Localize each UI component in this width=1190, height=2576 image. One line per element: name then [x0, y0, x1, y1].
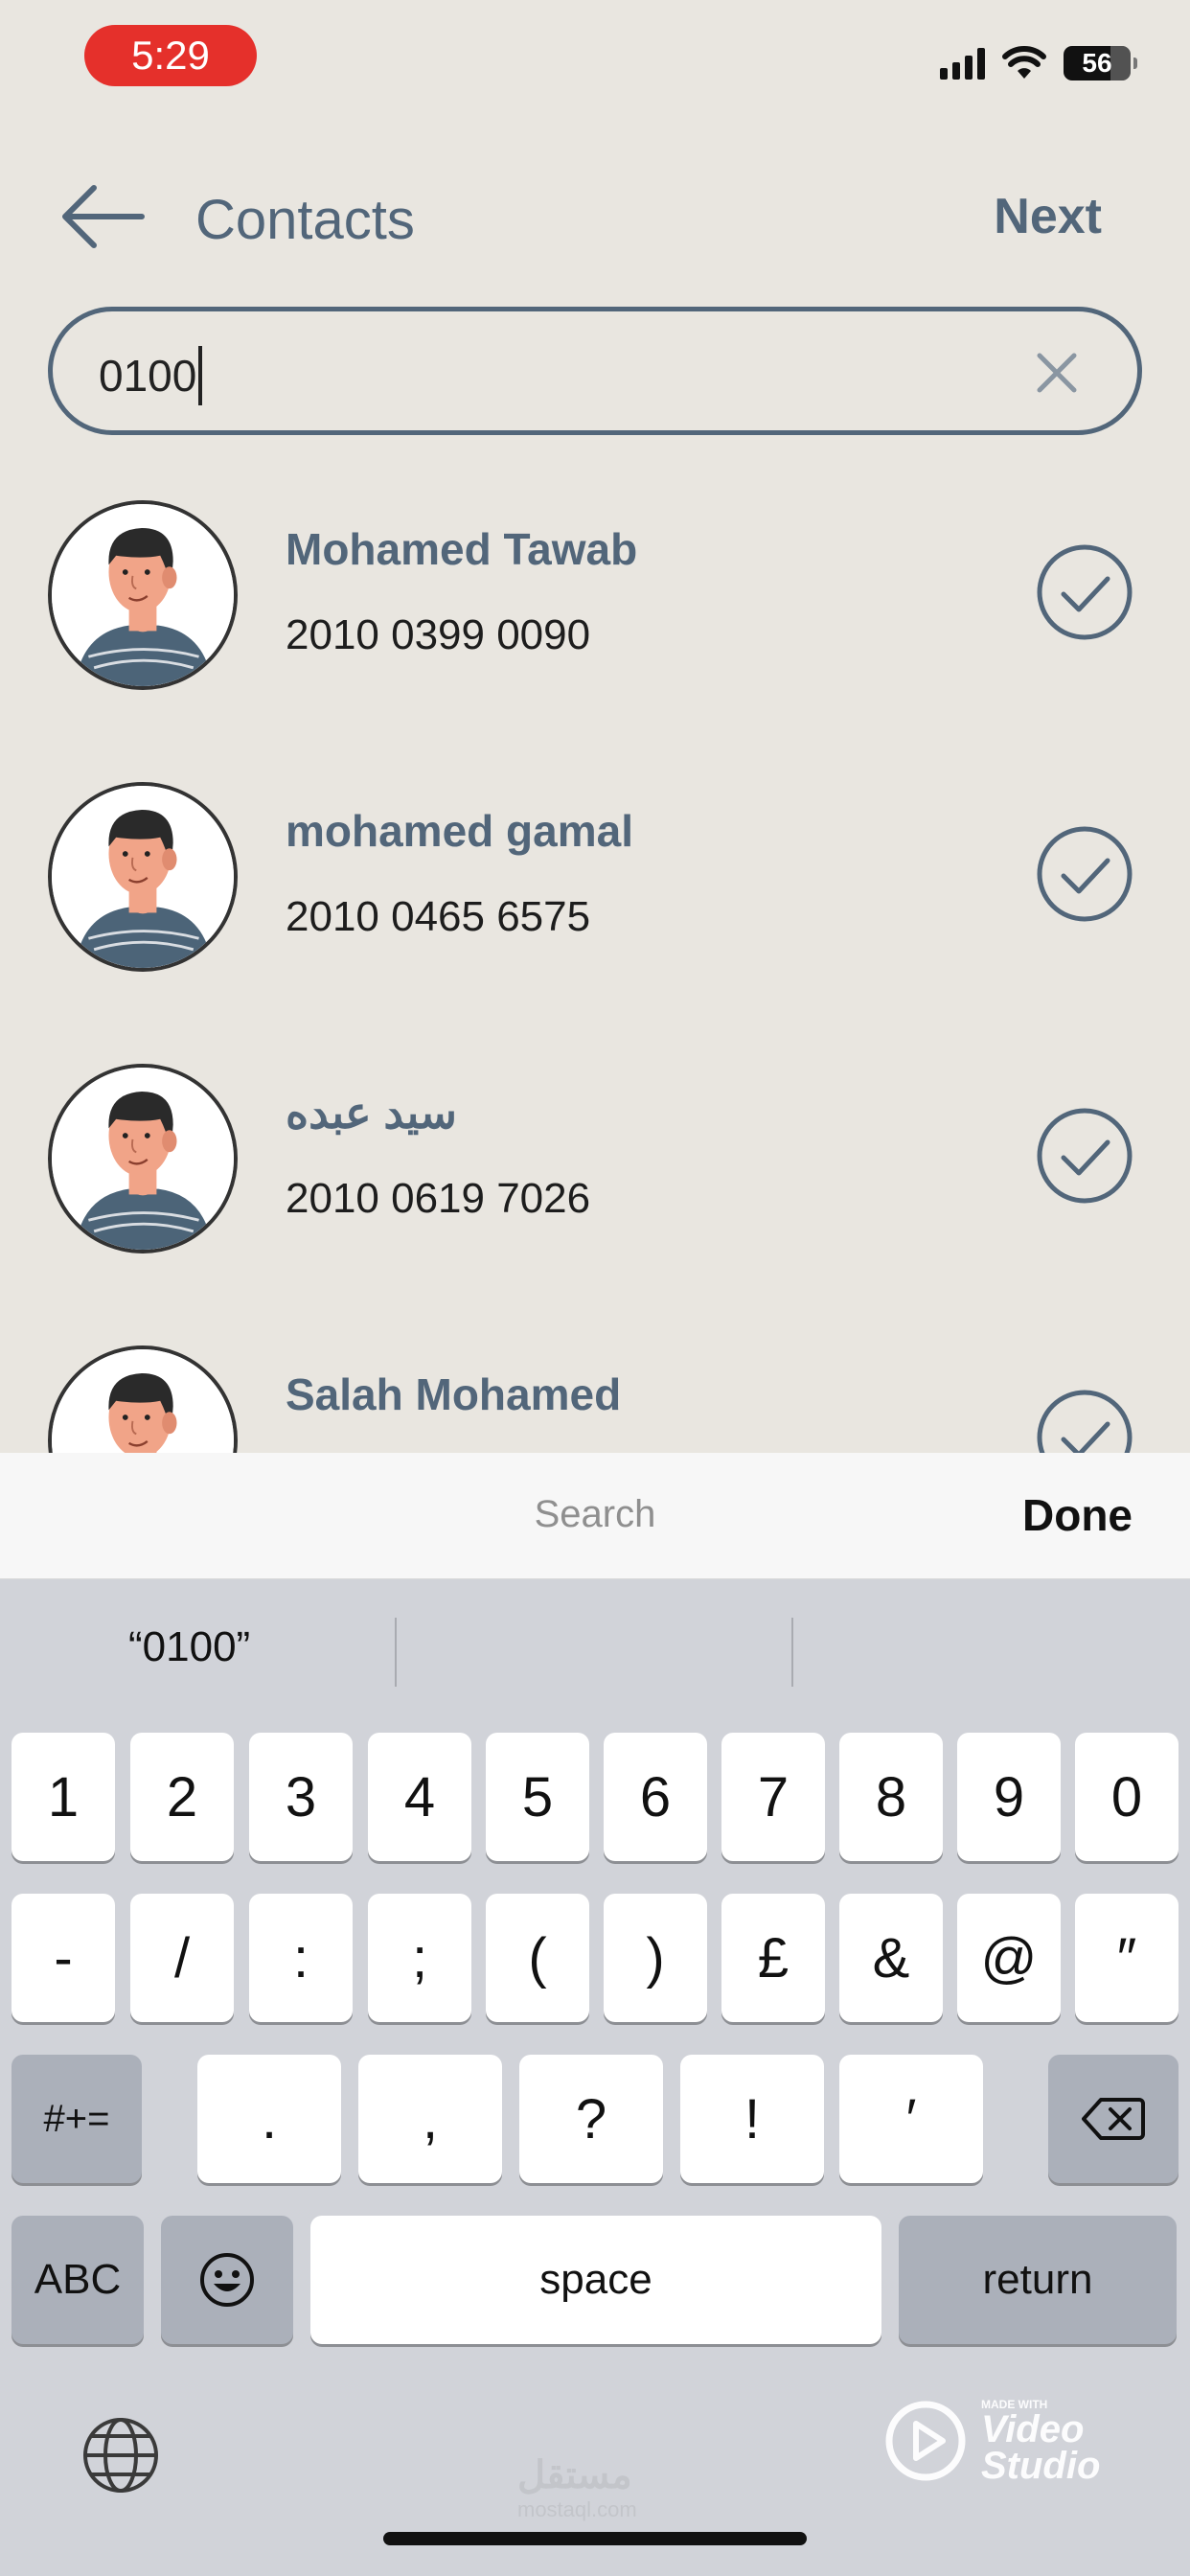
mostaql-text: مستقل [517, 2454, 632, 2496]
clear-x-icon[interactable] [1032, 348, 1082, 398]
avatar-icon [48, 500, 238, 690]
key-7[interactable]: 7 [721, 1733, 825, 1861]
search-input[interactable]: 0100 [48, 307, 1142, 435]
abc-key[interactable]: ABC [11, 2216, 144, 2344]
key-5[interactable]: 5 [486, 1733, 589, 1861]
avatar-icon [48, 1064, 238, 1254]
avatar-icon [48, 1346, 238, 1453]
mostaql-watermark: مستقل mostaql.com [517, 2453, 637, 2522]
suggestion-item[interactable]: “0100” [128, 1623, 250, 1671]
key-open-paren[interactable]: ( [486, 1894, 589, 2022]
suggestion-divider [395, 1618, 397, 1687]
key-prime[interactable]: ′ [839, 2055, 983, 2183]
battery-level: 56 [1082, 48, 1112, 78]
video-studio-watermark: MADE WITH Video Studio [883, 2398, 1101, 2487]
battery-icon: 56 [1064, 46, 1137, 80]
key-question[interactable]: ? [519, 2055, 663, 2183]
contact-phone: 2010 0465 6575 [286, 893, 591, 940]
contact-phone: 2010 0399 0090 [286, 611, 591, 658]
return-key[interactable]: return [899, 2216, 1177, 2344]
key-0[interactable]: 0 [1075, 1733, 1179, 1861]
key-double-prime[interactable]: ″ [1075, 1894, 1179, 2022]
page-title: Contacts [195, 189, 415, 251]
suggestion-divider [791, 1618, 793, 1687]
list-item[interactable]: Salah Mohamed [0, 1336, 1190, 1453]
check-circle-icon[interactable] [1035, 542, 1134, 642]
header: Contacts Next [0, 172, 1190, 268]
list-item[interactable]: Mohamed Tawab 2010 0399 0090 [0, 491, 1190, 692]
backspace-key[interactable] [1048, 2055, 1179, 2183]
space-key[interactable]: space [310, 2216, 881, 2344]
key-pound[interactable]: £ [721, 1894, 825, 2022]
backspace-icon [1082, 2098, 1145, 2140]
key-slash[interactable]: / [130, 1894, 234, 2022]
key-colon[interactable]: : [249, 1894, 353, 2022]
search-value: 0100 [99, 351, 197, 401]
play-logo-icon [885, 2401, 966, 2481]
avatar-icon [48, 782, 238, 972]
signal-icon [940, 47, 985, 80]
key-6[interactable]: 6 [604, 1733, 707, 1861]
watermark-line2: Studio [981, 2445, 1101, 2487]
key-8[interactable]: 8 [839, 1733, 943, 1861]
key-comma[interactable]: , [358, 2055, 502, 2183]
home-indicator [383, 2532, 807, 2545]
key-exclamation[interactable]: ! [680, 2055, 824, 2183]
key-3[interactable]: 3 [249, 1733, 353, 1861]
contact-name: سيد عبده [286, 1088, 457, 1138]
keyboard-accessory-bar: Search Done [0, 1453, 1190, 1579]
list-item[interactable]: mohamed gamal 2010 0465 6575 [0, 772, 1190, 974]
key-9[interactable]: 9 [957, 1733, 1061, 1861]
key-at[interactable]: @ [957, 1894, 1061, 2022]
accessory-search-label: Search [534, 1493, 656, 1535]
check-circle-icon[interactable] [1035, 1388, 1134, 1453]
status-icons: 56 [940, 42, 1137, 84]
search-value-wrap: 0100 [99, 346, 203, 405]
contact-name: Salah Mohamed [286, 1369, 622, 1419]
key-ampersand[interactable]: & [839, 1894, 943, 2022]
suggestion-bar: “0100” [0, 1579, 1190, 1723]
key-2[interactable]: 2 [130, 1733, 234, 1861]
key-1[interactable]: 1 [11, 1733, 115, 1861]
mostaql-sub: mostaql.com [517, 2497, 637, 2521]
back-arrow-icon[interactable] [59, 180, 148, 253]
key-period[interactable]: . [197, 2055, 341, 2183]
contact-phone: 2010 0619 7026 [286, 1175, 591, 1222]
contact-name: mohamed gamal [286, 806, 633, 856]
status-time: 5:29 [84, 25, 257, 86]
key-close-paren[interactable]: ) [604, 1894, 707, 2022]
globe-icon[interactable] [80, 2415, 161, 2496]
emoji-icon [200, 2253, 254, 2307]
key-4[interactable]: 4 [368, 1733, 471, 1861]
emoji-key[interactable] [161, 2216, 293, 2344]
symbols-key[interactable]: #+= [11, 2055, 142, 2183]
contacts-list: Mohamed Tawab 2010 0399 0090 mohamed gam… [0, 479, 1190, 1453]
text-caret [198, 346, 203, 405]
done-button[interactable]: Done [1022, 1489, 1133, 1541]
next-button[interactable]: Next [994, 188, 1102, 245]
list-item[interactable]: سيد عبده 2010 0619 7026 [0, 1054, 1190, 1255]
key-hyphen[interactable]: - [11, 1894, 115, 2022]
wifi-icon [1002, 46, 1046, 79]
check-circle-icon[interactable] [1035, 1106, 1134, 1206]
contact-name: Mohamed Tawab [286, 524, 638, 574]
check-circle-icon[interactable] [1035, 824, 1134, 924]
key-semicolon[interactable]: ; [368, 1894, 471, 2022]
